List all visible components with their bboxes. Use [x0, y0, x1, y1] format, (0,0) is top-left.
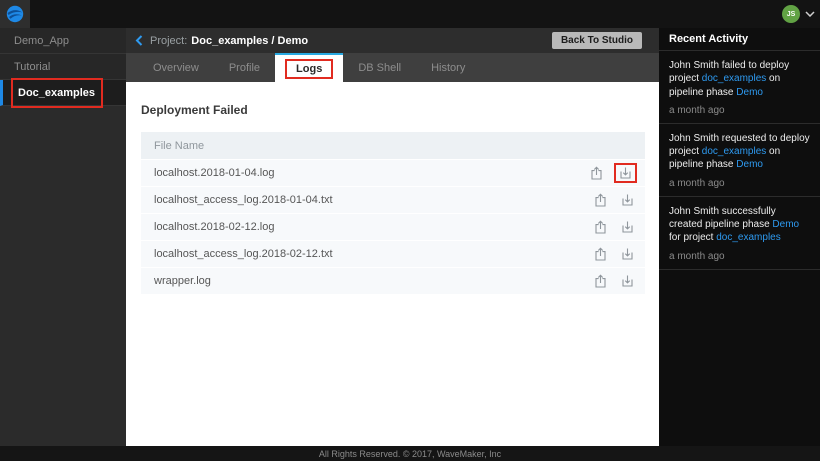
- table-row: localhost.2018-02-12.log: [141, 214, 645, 240]
- activity-link[interactable]: Demo: [772, 219, 799, 230]
- download-icon: [619, 166, 632, 180]
- row-actions: [583, 219, 645, 236]
- share-button[interactable]: [591, 192, 610, 209]
- activity-text: John Smith requested to deploy project d…: [669, 132, 810, 172]
- row-actions: [583, 192, 645, 209]
- activity-item: John Smith successfully created pipeline…: [659, 197, 820, 270]
- download-icon: [621, 193, 634, 207]
- tab-bar: Overview Profile Logs DB Shell History: [126, 53, 659, 82]
- activity-list: John Smith failed to deploy project doc_…: [659, 51, 820, 270]
- download-button[interactable]: [618, 273, 637, 289]
- footer: All Rights Reserved. © 2017, WaveMaker, …: [0, 446, 820, 461]
- topbar: JS: [0, 0, 820, 28]
- tab-label: DB Shell: [358, 62, 401, 74]
- log-files-table: File Name localhost.2018-01-04.log local…: [141, 132, 645, 294]
- table-row: localhost.2018-01-04.log: [141, 160, 645, 186]
- download-icon: [621, 274, 634, 288]
- share-icon: [594, 274, 607, 289]
- tab-logs[interactable]: Logs: [275, 53, 343, 82]
- annotation-box-tab: Logs: [285, 59, 333, 79]
- activity-text: John Smith successfully created pipeline…: [669, 205, 810, 245]
- row-actions: [583, 273, 645, 290]
- download-button[interactable]: [618, 219, 637, 235]
- share-icon: [594, 193, 607, 208]
- recent-activity-title: Recent Activity: [659, 28, 820, 51]
- wavemaker-logo[interactable]: [0, 0, 30, 28]
- activity-text: John Smith failed to deploy project doc_…: [669, 59, 810, 99]
- share-button[interactable]: [591, 219, 610, 236]
- activity-timestamp: a month ago: [669, 105, 810, 116]
- table-row: localhost_access_log.2018-01-04.txt: [141, 187, 645, 213]
- share-icon: [594, 247, 607, 262]
- project-label: Project:: [150, 35, 187, 47]
- activity-link[interactable]: Demo: [736, 159, 763, 170]
- sidebar-item-demo-app[interactable]: Demo_App: [0, 28, 126, 54]
- table-row: wrapper.log: [141, 268, 645, 294]
- file-name: localhost_access_log.2018-01-04.txt: [154, 194, 583, 206]
- activity-timestamp: a month ago: [669, 251, 810, 262]
- sidebar-item-tutorial[interactable]: Tutorial: [0, 54, 126, 80]
- recent-activity-panel: Recent Activity John Smith failed to dep…: [659, 28, 820, 446]
- share-button[interactable]: [591, 273, 610, 290]
- tab-label: Overview: [153, 62, 199, 74]
- activity-link[interactable]: doc_examples: [716, 232, 780, 243]
- table-row: localhost_access_log.2018-02-12.txt: [141, 241, 645, 267]
- sidebar: Demo_App Tutorial Doc_examples: [0, 28, 126, 446]
- sidebar-item-label: Tutorial: [14, 56, 50, 78]
- activity-link[interactable]: doc_examples: [702, 73, 766, 84]
- share-icon: [590, 166, 603, 181]
- tab-overview[interactable]: Overview: [138, 53, 214, 82]
- download-button[interactable]: [618, 192, 637, 208]
- project-header: Project: Doc_examples / Demo Back To Stu…: [126, 28, 659, 53]
- table-header: File Name: [141, 132, 645, 159]
- sidebar-item-label: Demo_App: [14, 30, 69, 52]
- back-to-studio-button[interactable]: Back To Studio: [552, 32, 642, 49]
- activity-text-segment: John Smith successfully created pipeline…: [669, 206, 776, 230]
- share-button[interactable]: [591, 246, 610, 263]
- share-button[interactable]: [587, 165, 606, 182]
- download-button[interactable]: [618, 246, 637, 262]
- activity-item: John Smith failed to deploy project doc_…: [659, 51, 820, 124]
- tab-history[interactable]: History: [416, 53, 480, 82]
- row-actions: [579, 163, 645, 183]
- logs-content: Deployment Failed File Name localhost.20…: [126, 82, 659, 446]
- annotation-box-sidebar: Doc_examples: [11, 78, 103, 108]
- download-icon: [621, 247, 634, 261]
- main-area: Project: Doc_examples / Demo Back To Stu…: [126, 28, 659, 446]
- tab-label: Profile: [229, 62, 260, 74]
- tab-db-shell[interactable]: DB Shell: [343, 53, 416, 82]
- tab-label: History: [431, 62, 465, 74]
- user-avatar[interactable]: JS: [782, 5, 800, 23]
- tab-profile[interactable]: Profile: [214, 53, 275, 82]
- back-icon[interactable]: [135, 35, 143, 46]
- row-actions: [583, 246, 645, 263]
- copyright-text: All Rights Reserved. © 2017, WaveMaker, …: [319, 449, 501, 459]
- wavemaker-deployment-screen: JS Demo_App Tutorial Doc_examples Projec…: [0, 0, 820, 461]
- download-icon: [621, 220, 634, 234]
- sidebar-item-doc-examples[interactable]: Doc_examples: [0, 80, 126, 106]
- deployment-status-heading: Deployment Failed: [126, 82, 659, 117]
- activity-link[interactable]: Demo: [736, 87, 763, 98]
- activity-link[interactable]: doc_examples: [702, 146, 766, 157]
- file-name: wrapper.log: [154, 275, 583, 287]
- chevron-down-icon[interactable]: [805, 11, 815, 17]
- file-name: localhost.2018-02-12.log: [154, 221, 583, 233]
- file-name: localhost_access_log.2018-02-12.txt: [154, 248, 583, 260]
- share-icon: [594, 220, 607, 235]
- activity-item: John Smith requested to deploy project d…: [659, 124, 820, 197]
- project-name: Doc_examples / Demo: [191, 35, 308, 47]
- download-button-annotated[interactable]: [614, 163, 637, 183]
- activity-timestamp: a month ago: [669, 178, 810, 189]
- file-name-column-header: File Name: [154, 140, 204, 152]
- table-body: localhost.2018-01-04.log localhost_acces…: [141, 160, 645, 294]
- wavemaker-logo-icon: [6, 5, 24, 23]
- avatar-initials: JS: [787, 11, 796, 18]
- activity-text-segment: for project: [669, 232, 716, 243]
- file-name: localhost.2018-01-04.log: [154, 167, 579, 179]
